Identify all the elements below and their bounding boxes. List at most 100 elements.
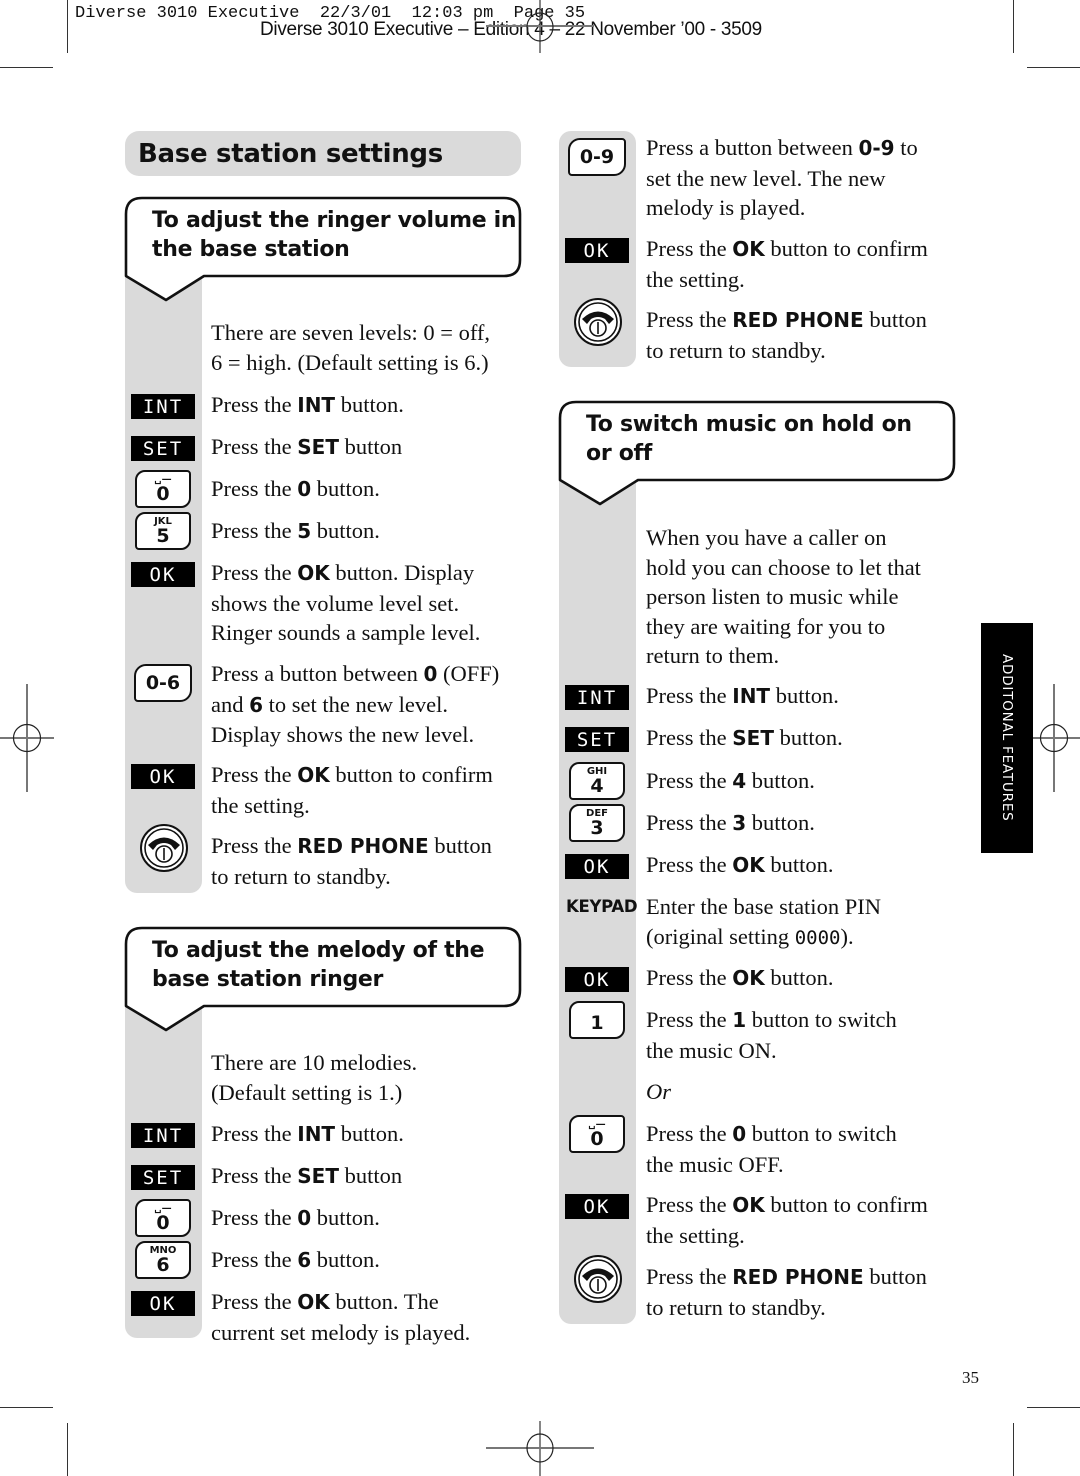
key-name: 3	[732, 811, 747, 835]
step-text: Press a button between 0-9 to set the new…	[646, 135, 918, 220]
key-name: 0	[423, 662, 438, 686]
page-title: Base station settings	[125, 131, 521, 176]
step-text: Press the 1 button to switch the music ON…	[646, 1007, 897, 1063]
step-text: Press the OK button to confirm the settin…	[646, 1192, 928, 1248]
step-text: Press the OK button to confirm the settin…	[211, 762, 493, 818]
six-key-icon: MNO 6	[135, 1241, 191, 1279]
step-text: Press the SET button	[211, 434, 403, 459]
key-name: RED PHONE	[732, 1265, 864, 1289]
int-key-icon: INT	[565, 685, 629, 710]
step-text: Press the 0 button to switch the music OF…	[646, 1121, 897, 1177]
key-digit: 3	[590, 816, 604, 839]
ok-key-icon: OK	[131, 562, 195, 587]
side-tab-label: ADDITONAL FEATURES	[999, 654, 1015, 822]
step-text: Press the OK button.	[646, 852, 834, 877]
key-name: RED PHONE	[732, 308, 864, 332]
key-name: INT	[297, 1122, 336, 1146]
ok-key-icon: OK	[565, 238, 629, 263]
section-heading-ringer-volume: To adjust the ringer volume in the base …	[124, 196, 524, 304]
heading-line: or off	[586, 441, 653, 466]
heading-line: the base station	[152, 237, 350, 262]
key-name: 1	[732, 1008, 747, 1032]
red-phone-key-icon	[573, 297, 623, 347]
set-key-icon: SET	[131, 1165, 195, 1190]
registration-mark-right	[1028, 684, 1080, 792]
key-digit: 0	[156, 1211, 170, 1234]
four-key-icon: GHI 4	[569, 762, 625, 800]
key-digit: 1	[590, 1011, 604, 1034]
intro-text: There are 10 melodies. (Default setting i…	[211, 1050, 418, 1105]
red-phone-key-icon	[139, 823, 189, 873]
registration-mark-top	[486, 0, 594, 53]
key-name: SET	[297, 1164, 339, 1188]
heading-line: To switch music on hold on	[586, 412, 912, 437]
step-text: Press the RED PHONE button to return to s…	[211, 833, 492, 889]
key-name: OK	[297, 763, 330, 787]
step-text: Press the INT button.	[211, 1121, 404, 1146]
section-heading-melody: To adjust the melody of the base station…	[124, 926, 524, 1034]
step-text: Press the OK button. The current set melo…	[211, 1289, 471, 1345]
key-name: 6	[249, 692, 264, 717]
heading-line: base station ringer	[152, 967, 384, 992]
key-name: SET	[297, 435, 339, 459]
crop-mark	[67, 0, 68, 53]
intro-text: When you have a caller on hold you can ch…	[646, 525, 921, 668]
red-phone-key-icon	[573, 1254, 623, 1304]
int-key-icon: INT	[131, 394, 195, 419]
step-text: Press the 0 button.	[211, 1205, 380, 1230]
key-digit: 5	[156, 524, 170, 547]
set-key-icon: SET	[131, 436, 195, 461]
key-name: OK	[297, 561, 330, 585]
keypad-label: KEYPAD	[566, 897, 638, 916]
step-text: Enter the base station PIN (original sett…	[646, 894, 881, 949]
crop-mark	[1027, 1407, 1080, 1408]
ok-key-icon: OK	[131, 1291, 195, 1316]
range-key-icon: 0-6	[134, 664, 192, 702]
key-name: RED PHONE	[297, 834, 429, 858]
crop-mark	[1013, 1423, 1014, 1476]
intro-text: There are seven levels: 0 = off, 6 = high…	[211, 320, 491, 375]
crop-mark	[1013, 0, 1014, 53]
or-text: Or	[646, 1079, 672, 1104]
key-digit: 4	[590, 774, 604, 797]
key-name: INT	[297, 393, 336, 417]
key-name: 0	[297, 1206, 312, 1230]
step-text: Press the INT button.	[646, 683, 839, 708]
key-name: OK	[732, 966, 765, 990]
key-digit: 6	[156, 1253, 170, 1276]
step-text: Press the 3 button.	[646, 810, 815, 835]
step-text: Press the 6 button.	[211, 1247, 380, 1272]
section-side-tab: ADDITONAL FEATURES	[981, 623, 1033, 853]
range-key-icon: 0-9	[568, 138, 626, 176]
key-name: 5	[297, 519, 312, 543]
key-name: OK	[297, 1290, 330, 1314]
crop-mark	[1027, 67, 1080, 68]
step-text: Press the OK button.	[646, 965, 834, 990]
key-name: OK	[732, 237, 765, 261]
step-text: Press the OK button. Display shows the vo…	[211, 560, 481, 645]
step-text: Press the INT button.	[211, 392, 404, 417]
heading-line: To adjust the ringer volume in	[152, 208, 517, 233]
key-digit: 0	[590, 1127, 604, 1150]
zero-key-icon: ␣— 0	[135, 470, 191, 508]
step-text: Press the OK button to confirm the settin…	[646, 236, 928, 292]
step-text: Press the 4 button.	[646, 768, 815, 793]
step-text: Press the SET button	[211, 1163, 403, 1188]
key-name: SET	[732, 726, 774, 750]
three-key-icon: DEF 3	[569, 804, 625, 842]
step-text: Press the RED PHONE button to return to s…	[646, 1264, 927, 1320]
crop-mark	[0, 1407, 53, 1408]
key-name: INT	[732, 684, 771, 708]
key-name: 0	[732, 1122, 747, 1146]
registration-mark-bottom	[486, 1421, 594, 1476]
five-key-icon: JKL 5	[135, 512, 191, 550]
ok-key-icon: OK	[565, 854, 629, 879]
key-name: 6	[297, 1248, 312, 1272]
heading-line: To adjust the melody of the	[152, 938, 485, 963]
step-text: Press the SET button.	[646, 725, 843, 750]
registration-mark-left	[0, 684, 54, 792]
set-key-icon: SET	[565, 727, 629, 752]
ok-key-icon: OK	[131, 764, 195, 789]
crop-mark	[0, 67, 53, 68]
ok-key-icon: OK	[565, 967, 629, 992]
